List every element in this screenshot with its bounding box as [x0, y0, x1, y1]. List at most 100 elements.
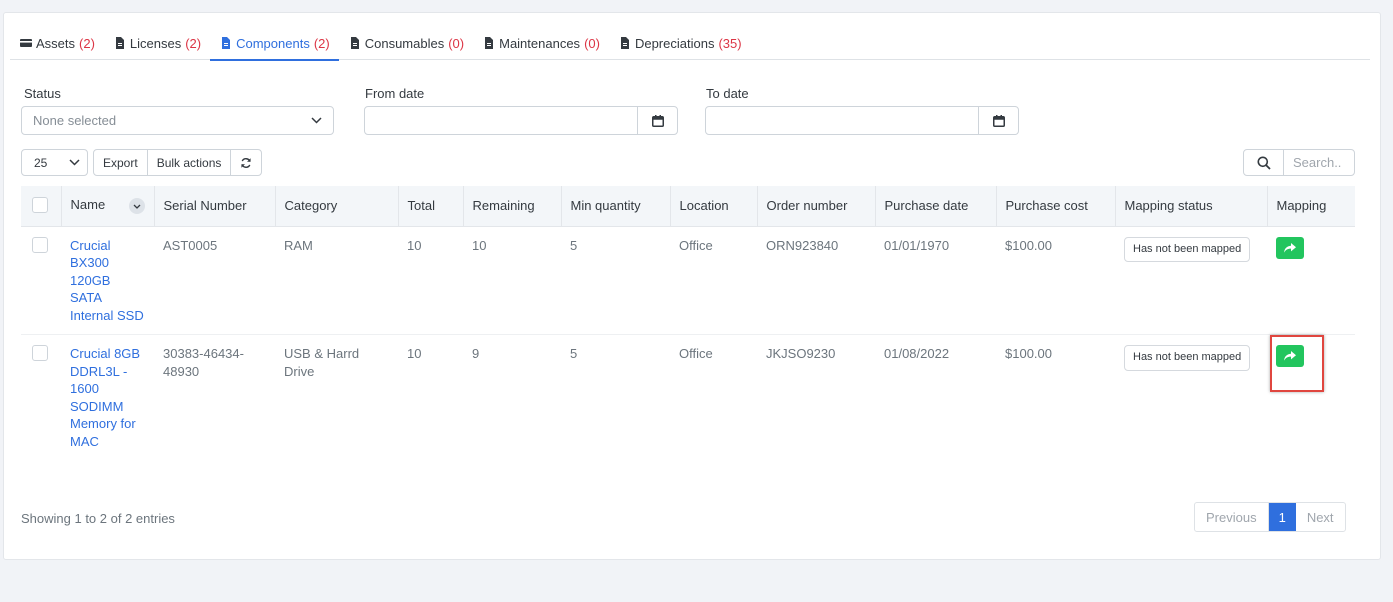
- previous-page-button[interactable]: Previous: [1195, 503, 1269, 531]
- calendar-icon: [651, 114, 664, 127]
- tab-label: Depreciations: [634, 35, 715, 51]
- header-order-number[interactable]: Order number: [757, 186, 876, 227]
- status-badge: Has not been mapped: [1124, 236, 1251, 262]
- row-select-cell: [21, 335, 61, 461]
- page-size-value: 25: [34, 155, 48, 170]
- to-date-label: To date: [706, 86, 749, 101]
- category-cell: RAM: [275, 226, 398, 335]
- file-icon: [222, 37, 231, 49]
- components-table: Name Serial Number Category Total Remain…: [21, 186, 1355, 461]
- name-cell: Crucial BX300 120GB SATA Internal SSD: [61, 226, 154, 335]
- tab-count: (2): [79, 35, 95, 51]
- table-actions: Export Bulk actions: [93, 149, 263, 176]
- min-quantity-cell: 5: [561, 226, 670, 335]
- tab-components[interactable]: Components (2): [210, 26, 339, 61]
- file-icon: [350, 37, 359, 49]
- purchase-date-cell: 01/01/1970: [875, 226, 996, 335]
- page-1-button[interactable]: 1: [1268, 503, 1296, 531]
- tab-label: Licenses: [129, 35, 182, 51]
- page-size-select[interactable]: 25: [21, 149, 88, 176]
- credit-card-icon: [20, 39, 32, 47]
- header-total[interactable]: Total: [398, 186, 464, 227]
- header-serial-number[interactable]: Serial Number: [154, 186, 276, 227]
- header-purchase-date[interactable]: Purchase date: [875, 186, 997, 227]
- status-select[interactable]: None selected: [21, 106, 334, 135]
- row-checkbox[interactable]: [32, 345, 48, 361]
- to-date-calendar-button[interactable]: [978, 107, 1018, 134]
- header-remaining[interactable]: Remaining: [463, 186, 562, 227]
- share-arrow-icon: [1284, 242, 1296, 253]
- search-box: [1243, 149, 1355, 176]
- bulk-actions-button[interactable]: Bulk actions: [148, 150, 232, 175]
- header-label: Name: [70, 197, 106, 213]
- from-date-label: From date: [365, 86, 425, 101]
- to-date-input[interactable]: [706, 107, 978, 134]
- file-icon: [620, 37, 629, 49]
- share-arrow-icon: [1284, 351, 1296, 361]
- mapping-status-cell: Has not been mapped: [1115, 226, 1267, 335]
- calendar-icon: [992, 114, 1005, 127]
- tab-assets[interactable]: Assets (2): [10, 26, 104, 60]
- refresh-button[interactable]: [231, 150, 261, 175]
- table-row: Crucial 8GB DDRL3L - 1600 SODIMM Memory …: [21, 335, 1355, 461]
- status-placeholder: None selected: [33, 113, 117, 128]
- tab-label: Assets: [36, 35, 76, 51]
- mapping-cell: [1267, 226, 1355, 335]
- header-category[interactable]: Category: [275, 186, 399, 227]
- order-number-cell: ORN923840: [757, 226, 875, 335]
- search-button[interactable]: [1244, 150, 1284, 175]
- tab-count: (35): [718, 35, 742, 51]
- from-date-calendar-button[interactable]: [637, 107, 677, 134]
- next-page-button[interactable]: Next: [1296, 503, 1345, 531]
- map-button[interactable]: [1276, 236, 1304, 259]
- tab-label: Components: [236, 35, 310, 51]
- pagination: Previous 1 Next: [1194, 502, 1346, 532]
- serial-cell: 30383-46434-48930: [163, 346, 244, 379]
- tab-licenses[interactable]: Licenses (2): [104, 26, 210, 60]
- header-min-quantity[interactable]: Min quantity: [561, 186, 671, 227]
- total-cell: 10: [398, 226, 463, 335]
- mapping-status-cell: Has not been mapped: [1115, 335, 1267, 461]
- header-name[interactable]: Name: [61, 186, 155, 227]
- search-icon: [1257, 156, 1271, 170]
- header-location[interactable]: Location: [670, 186, 758, 227]
- header-mapping-status[interactable]: Mapping status: [1115, 186, 1268, 227]
- tab-label: Maintenances: [499, 35, 581, 51]
- purchase-cost-cell: $100.00: [996, 226, 1115, 335]
- location-cell: Office: [679, 346, 713, 361]
- sort-toggle-button[interactable]: [128, 198, 145, 215]
- chevron-down-icon: [133, 204, 140, 209]
- select-all-checkbox[interactable]: [32, 197, 48, 214]
- tab-consumables[interactable]: Consumables (0): [339, 26, 473, 60]
- header-mapping[interactable]: Mapping: [1267, 186, 1355, 227]
- file-icon: [485, 37, 494, 49]
- entries-summary: Showing 1 to 2 of 2 entries: [21, 511, 175, 526]
- header-purchase-cost[interactable]: Purchase cost: [996, 186, 1116, 227]
- search-input[interactable]: [1284, 150, 1354, 175]
- mapping-cell: [1267, 335, 1355, 461]
- tab-count: (2): [313, 35, 330, 51]
- tab-depreciations[interactable]: Depreciations (35): [609, 26, 751, 60]
- from-date-field: [364, 106, 678, 135]
- tab-count: (2): [185, 35, 202, 51]
- table-header-row: Name Serial Number Category Total Remain…: [21, 186, 1355, 227]
- order-number-cell: JKJSO9230: [766, 346, 836, 361]
- status-label: Status: [24, 86, 61, 101]
- tab-maintenances[interactable]: Maintenances (0): [473, 26, 609, 60]
- component-link[interactable]: Crucial 8GB DDRL3L - 1600 SODIMM Memory …: [70, 346, 140, 449]
- purchase-date-cell: 01/08/2022: [884, 346, 950, 361]
- map-button[interactable]: [1276, 345, 1304, 367]
- row-checkbox[interactable]: [32, 236, 48, 253]
- remaining-cell: 9: [472, 346, 480, 361]
- component-link[interactable]: Crucial BX300 120GB SATA Internal SSD: [70, 238, 144, 323]
- status-badge: Has not been mapped: [1124, 345, 1251, 371]
- tab-count: (0): [584, 35, 600, 51]
- row-select-cell: [21, 226, 61, 335]
- min-quantity-cell: 5: [570, 346, 578, 361]
- serial-cell: AST0005: [154, 226, 275, 335]
- table-row: Crucial BX300 120GB SATA Internal SSD AS…: [21, 226, 1355, 335]
- export-button[interactable]: Export: [94, 150, 148, 175]
- header-select-all: [21, 186, 62, 227]
- from-date-input[interactable]: [365, 107, 637, 134]
- category-cell: USB & Harrd Drive: [284, 346, 360, 379]
